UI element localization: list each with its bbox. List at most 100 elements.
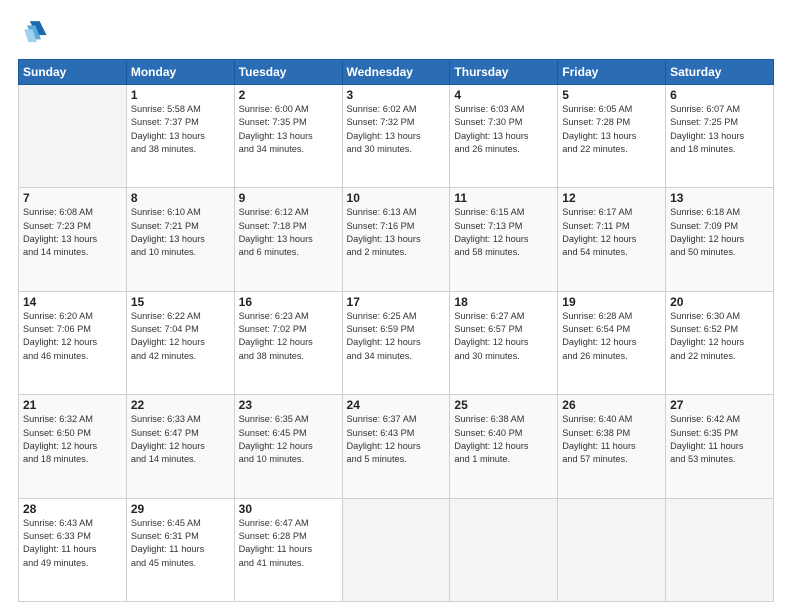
calendar-cell: 25Sunrise: 6:38 AMSunset: 6:40 PMDayligh… [450, 395, 558, 498]
calendar-cell: 17Sunrise: 6:25 AMSunset: 6:59 PMDayligh… [342, 291, 450, 394]
day-number: 24 [347, 398, 446, 412]
calendar-week-row: 7Sunrise: 6:08 AMSunset: 7:23 PMDaylight… [19, 188, 774, 291]
calendar-cell: 20Sunrise: 6:30 AMSunset: 6:52 PMDayligh… [666, 291, 774, 394]
weekday-header: Thursday [450, 60, 558, 85]
day-info: Sunrise: 6:37 AMSunset: 6:43 PMDaylight:… [347, 413, 446, 466]
day-info: Sunrise: 6:27 AMSunset: 6:57 PMDaylight:… [454, 310, 553, 363]
weekday-header: Tuesday [234, 60, 342, 85]
weekday-header: Sunday [19, 60, 127, 85]
day-info: Sunrise: 6:42 AMSunset: 6:35 PMDaylight:… [670, 413, 769, 466]
weekday-row: SundayMondayTuesdayWednesdayThursdayFrid… [19, 60, 774, 85]
calendar-cell: 10Sunrise: 6:13 AMSunset: 7:16 PMDayligh… [342, 188, 450, 291]
calendar-cell: 15Sunrise: 6:22 AMSunset: 7:04 PMDayligh… [126, 291, 234, 394]
day-number: 20 [670, 295, 769, 309]
day-number: 15 [131, 295, 230, 309]
calendar-cell: 27Sunrise: 6:42 AMSunset: 6:35 PMDayligh… [666, 395, 774, 498]
day-info: Sunrise: 6:45 AMSunset: 6:31 PMDaylight:… [131, 517, 230, 570]
day-info: Sunrise: 6:10 AMSunset: 7:21 PMDaylight:… [131, 206, 230, 259]
calendar-cell: 1Sunrise: 5:58 AMSunset: 7:37 PMDaylight… [126, 85, 234, 188]
day-number: 29 [131, 502, 230, 516]
day-number: 3 [347, 88, 446, 102]
day-number: 19 [562, 295, 661, 309]
calendar-cell: 26Sunrise: 6:40 AMSunset: 6:38 PMDayligh… [558, 395, 666, 498]
day-info: Sunrise: 6:07 AMSunset: 7:25 PMDaylight:… [670, 103, 769, 156]
calendar-cell: 5Sunrise: 6:05 AMSunset: 7:28 PMDaylight… [558, 85, 666, 188]
day-number: 30 [239, 502, 338, 516]
day-info: Sunrise: 6:22 AMSunset: 7:04 PMDaylight:… [131, 310, 230, 363]
weekday-header: Wednesday [342, 60, 450, 85]
calendar-cell: 22Sunrise: 6:33 AMSunset: 6:47 PMDayligh… [126, 395, 234, 498]
day-info: Sunrise: 6:00 AMSunset: 7:35 PMDaylight:… [239, 103, 338, 156]
calendar-cell: 23Sunrise: 6:35 AMSunset: 6:45 PMDayligh… [234, 395, 342, 498]
calendar-week-row: 14Sunrise: 6:20 AMSunset: 7:06 PMDayligh… [19, 291, 774, 394]
calendar-cell: 3Sunrise: 6:02 AMSunset: 7:32 PMDaylight… [342, 85, 450, 188]
logo [18, 18, 48, 51]
day-number: 11 [454, 191, 553, 205]
day-number: 14 [23, 295, 122, 309]
day-number: 10 [347, 191, 446, 205]
day-info: Sunrise: 6:25 AMSunset: 6:59 PMDaylight:… [347, 310, 446, 363]
calendar-cell: 13Sunrise: 6:18 AMSunset: 7:09 PMDayligh… [666, 188, 774, 291]
day-info: Sunrise: 6:47 AMSunset: 6:28 PMDaylight:… [239, 517, 338, 570]
day-number: 22 [131, 398, 230, 412]
calendar-cell: 28Sunrise: 6:43 AMSunset: 6:33 PMDayligh… [19, 498, 127, 601]
day-number: 7 [23, 191, 122, 205]
day-number: 21 [23, 398, 122, 412]
calendar-cell: 21Sunrise: 6:32 AMSunset: 6:50 PMDayligh… [19, 395, 127, 498]
calendar-cell: 2Sunrise: 6:00 AMSunset: 7:35 PMDaylight… [234, 85, 342, 188]
day-info: Sunrise: 6:28 AMSunset: 6:54 PMDaylight:… [562, 310, 661, 363]
day-info: Sunrise: 6:13 AMSunset: 7:16 PMDaylight:… [347, 206, 446, 259]
day-number: 8 [131, 191, 230, 205]
calendar-week-row: 1Sunrise: 5:58 AMSunset: 7:37 PMDaylight… [19, 85, 774, 188]
day-info: Sunrise: 6:12 AMSunset: 7:18 PMDaylight:… [239, 206, 338, 259]
header [18, 18, 774, 51]
day-info: Sunrise: 6:05 AMSunset: 7:28 PMDaylight:… [562, 103, 661, 156]
calendar-cell: 29Sunrise: 6:45 AMSunset: 6:31 PMDayligh… [126, 498, 234, 601]
day-number: 13 [670, 191, 769, 205]
day-number: 4 [454, 88, 553, 102]
calendar-cell [450, 498, 558, 601]
weekday-header: Friday [558, 60, 666, 85]
calendar-cell [342, 498, 450, 601]
day-number: 23 [239, 398, 338, 412]
day-number: 27 [670, 398, 769, 412]
calendar-table: SundayMondayTuesdayWednesdayThursdayFrid… [18, 59, 774, 602]
day-info: Sunrise: 6:32 AMSunset: 6:50 PMDaylight:… [23, 413, 122, 466]
calendar-cell: 4Sunrise: 6:03 AMSunset: 7:30 PMDaylight… [450, 85, 558, 188]
day-info: Sunrise: 6:35 AMSunset: 6:45 PMDaylight:… [239, 413, 338, 466]
calendar-cell: 14Sunrise: 6:20 AMSunset: 7:06 PMDayligh… [19, 291, 127, 394]
day-number: 9 [239, 191, 338, 205]
calendar-cell [19, 85, 127, 188]
day-number: 2 [239, 88, 338, 102]
calendar-cell: 19Sunrise: 6:28 AMSunset: 6:54 PMDayligh… [558, 291, 666, 394]
day-number: 28 [23, 502, 122, 516]
calendar-header: SundayMondayTuesdayWednesdayThursdayFrid… [19, 60, 774, 85]
calendar-body: 1Sunrise: 5:58 AMSunset: 7:37 PMDaylight… [19, 85, 774, 602]
day-info: Sunrise: 6:40 AMSunset: 6:38 PMDaylight:… [562, 413, 661, 466]
day-info: Sunrise: 6:18 AMSunset: 7:09 PMDaylight:… [670, 206, 769, 259]
calendar-cell: 24Sunrise: 6:37 AMSunset: 6:43 PMDayligh… [342, 395, 450, 498]
calendar-cell: 8Sunrise: 6:10 AMSunset: 7:21 PMDaylight… [126, 188, 234, 291]
day-info: Sunrise: 5:58 AMSunset: 7:37 PMDaylight:… [131, 103, 230, 156]
calendar-cell: 18Sunrise: 6:27 AMSunset: 6:57 PMDayligh… [450, 291, 558, 394]
day-info: Sunrise: 6:02 AMSunset: 7:32 PMDaylight:… [347, 103, 446, 156]
calendar-cell [666, 498, 774, 601]
day-info: Sunrise: 6:03 AMSunset: 7:30 PMDaylight:… [454, 103, 553, 156]
weekday-header: Monday [126, 60, 234, 85]
day-info: Sunrise: 6:20 AMSunset: 7:06 PMDaylight:… [23, 310, 122, 363]
calendar-cell [558, 498, 666, 601]
day-number: 18 [454, 295, 553, 309]
day-info: Sunrise: 6:23 AMSunset: 7:02 PMDaylight:… [239, 310, 338, 363]
page: SundayMondayTuesdayWednesdayThursdayFrid… [0, 0, 792, 612]
day-number: 26 [562, 398, 661, 412]
calendar-cell: 30Sunrise: 6:47 AMSunset: 6:28 PMDayligh… [234, 498, 342, 601]
day-number: 17 [347, 295, 446, 309]
calendar-week-row: 28Sunrise: 6:43 AMSunset: 6:33 PMDayligh… [19, 498, 774, 601]
calendar-week-row: 21Sunrise: 6:32 AMSunset: 6:50 PMDayligh… [19, 395, 774, 498]
day-number: 5 [562, 88, 661, 102]
calendar-cell: 6Sunrise: 6:07 AMSunset: 7:25 PMDaylight… [666, 85, 774, 188]
day-info: Sunrise: 6:15 AMSunset: 7:13 PMDaylight:… [454, 206, 553, 259]
calendar-cell: 7Sunrise: 6:08 AMSunset: 7:23 PMDaylight… [19, 188, 127, 291]
calendar-cell: 16Sunrise: 6:23 AMSunset: 7:02 PMDayligh… [234, 291, 342, 394]
day-info: Sunrise: 6:43 AMSunset: 6:33 PMDaylight:… [23, 517, 122, 570]
